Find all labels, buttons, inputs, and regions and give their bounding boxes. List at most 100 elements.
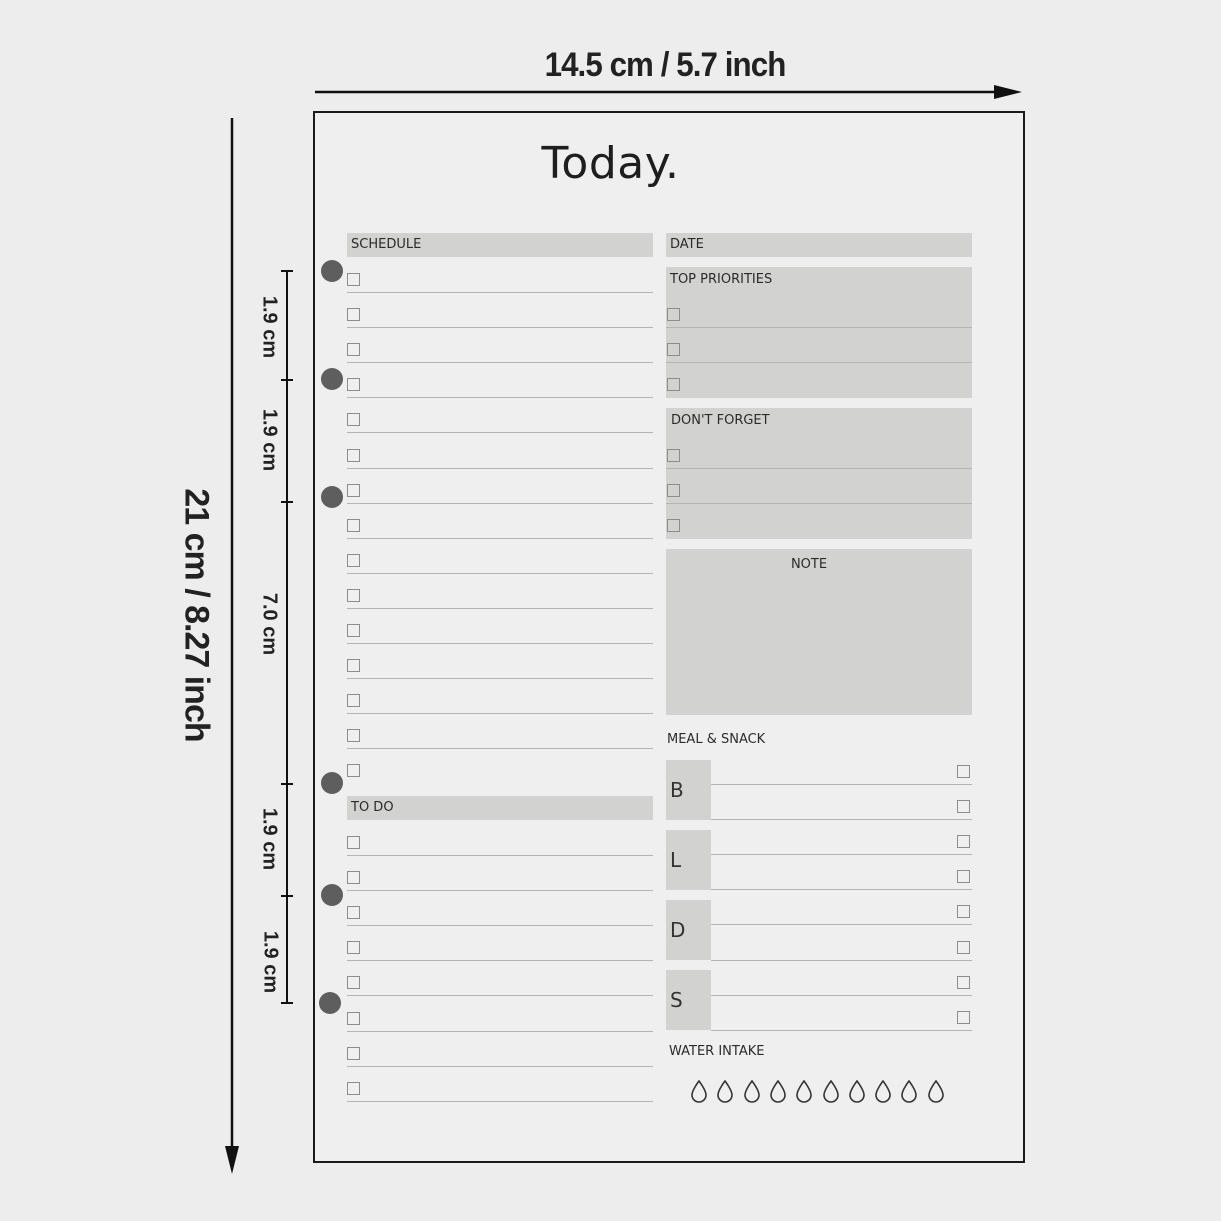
schedule-row-line bbox=[347, 572, 653, 574]
schedule-row-line bbox=[347, 713, 653, 715]
todo-checkbox[interactable] bbox=[347, 941, 360, 955]
priority-row-line bbox=[666, 327, 972, 328]
dont-forget-checkbox[interactable] bbox=[667, 519, 680, 532]
schedule-row-line bbox=[347, 678, 653, 680]
schedule-checkbox[interactable] bbox=[347, 624, 360, 637]
priority-checkbox[interactable] bbox=[667, 308, 680, 321]
meal-snack-label: MEAL & SNACK bbox=[667, 732, 766, 747]
note-label: NOTE bbox=[790, 557, 828, 572]
todo-checkbox[interactable] bbox=[347, 906, 360, 920]
punch-hole bbox=[321, 884, 343, 906]
segment-label: 1.9 cm bbox=[258, 408, 281, 472]
todo-row-line bbox=[347, 1065, 653, 1067]
water-drop-icon[interactable] bbox=[822, 1079, 840, 1103]
meal-checkbox[interactable] bbox=[957, 765, 970, 778]
schedule-checkbox[interactable] bbox=[347, 448, 360, 462]
meal-row-line bbox=[711, 819, 972, 821]
schedule-checkbox[interactable] bbox=[347, 308, 360, 322]
segment-label: 1.9 cm bbox=[258, 807, 281, 871]
todo-header: TO DO bbox=[347, 796, 653, 820]
dont-forget-row-line bbox=[666, 468, 972, 469]
todo-row-line bbox=[347, 960, 653, 962]
meal-checkbox[interactable] bbox=[957, 835, 970, 849]
todo-row-line bbox=[347, 1030, 653, 1032]
water-drop-icon[interactable] bbox=[690, 1079, 708, 1103]
schedule-row-line bbox=[347, 432, 653, 434]
dont-forget-checkbox[interactable] bbox=[667, 449, 680, 462]
schedule-checkbox[interactable] bbox=[347, 588, 360, 602]
meal-letter: S bbox=[670, 988, 683, 1012]
punch-hole bbox=[319, 992, 341, 1014]
schedule-checkbox[interactable] bbox=[347, 518, 360, 532]
meal-row-line bbox=[711, 959, 972, 961]
todo-checkbox[interactable] bbox=[347, 871, 360, 885]
schedule-checkbox[interactable] bbox=[347, 659, 360, 673]
schedule-row-line bbox=[347, 467, 653, 469]
width-label: 14.5 cm / 5.7 inch bbox=[544, 46, 787, 84]
schedule-row-line bbox=[347, 643, 653, 644]
punch-hole bbox=[321, 772, 343, 794]
date-field[interactable]: DATE bbox=[666, 233, 972, 257]
page-title: Today. bbox=[541, 138, 680, 189]
priority-checkbox[interactable] bbox=[667, 378, 680, 391]
schedule-checkbox[interactable] bbox=[347, 273, 360, 286]
todo-checkbox[interactable] bbox=[347, 836, 360, 849]
todo-row-line bbox=[347, 890, 653, 892]
dont-forget-checkbox[interactable] bbox=[667, 484, 680, 497]
schedule-checkbox[interactable] bbox=[347, 729, 360, 743]
meal-row-line bbox=[711, 854, 972, 856]
todo-row-line bbox=[347, 925, 653, 927]
dont-forget-label: DON'T FORGET bbox=[671, 413, 770, 428]
schedule-checkbox[interactable] bbox=[347, 343, 360, 357]
water-drop-icon[interactable] bbox=[900, 1079, 918, 1103]
meal-checkbox[interactable] bbox=[957, 1010, 970, 1024]
priority-row-line bbox=[666, 362, 972, 363]
segment-label: 7.0 cm bbox=[258, 592, 281, 656]
priority-checkbox[interactable] bbox=[667, 343, 680, 356]
water-intake-label: WATER INTAKE bbox=[669, 1044, 765, 1059]
width-arrow-head bbox=[994, 85, 1022, 99]
water-drop-icon[interactable] bbox=[716, 1079, 734, 1103]
water-drop-icon[interactable] bbox=[769, 1079, 787, 1103]
meal-row-line bbox=[711, 994, 972, 996]
dont-forget-row-line bbox=[666, 503, 972, 504]
meal-checkbox[interactable] bbox=[957, 975, 970, 989]
note-area[interactable] bbox=[666, 549, 972, 715]
todo-checkbox[interactable] bbox=[347, 1081, 360, 1095]
todo-checkbox[interactable] bbox=[347, 976, 360, 990]
schedule-row-line bbox=[347, 327, 653, 329]
schedule-header: SCHEDULE bbox=[347, 233, 653, 257]
todo-row-line bbox=[347, 995, 653, 997]
water-drop-icon[interactable] bbox=[848, 1079, 866, 1103]
meal-letter: D bbox=[670, 918, 686, 942]
todo-row-line bbox=[347, 1100, 653, 1102]
water-drop-icon[interactable] bbox=[795, 1079, 813, 1103]
schedule-row-line bbox=[347, 362, 653, 364]
meal-checkbox[interactable] bbox=[957, 905, 970, 919]
schedule-checkbox[interactable] bbox=[347, 553, 360, 567]
water-drop-icon[interactable] bbox=[927, 1079, 945, 1103]
schedule-checkbox[interactable] bbox=[347, 378, 360, 392]
schedule-row-line bbox=[347, 607, 653, 609]
meal-letter: B bbox=[670, 778, 684, 802]
height-label: 21 cm / 8.27 inch bbox=[177, 488, 216, 742]
water-drop-icon[interactable] bbox=[874, 1079, 892, 1103]
schedule-row-line bbox=[347, 292, 653, 293]
schedule-checkbox[interactable] bbox=[347, 483, 360, 497]
top-priorities-label: TOP PRIORITIES bbox=[670, 272, 773, 287]
todo-checkbox[interactable] bbox=[347, 1046, 360, 1060]
todo-checkbox[interactable] bbox=[347, 1011, 360, 1025]
meal-checkbox[interactable] bbox=[957, 800, 970, 814]
schedule-checkbox[interactable] bbox=[347, 413, 360, 427]
schedule-row-line bbox=[347, 748, 653, 750]
segment-label: 1.9 cm bbox=[259, 930, 282, 994]
punch-hole bbox=[321, 260, 343, 282]
water-drop-icon[interactable] bbox=[743, 1079, 761, 1103]
meal-checkbox[interactable] bbox=[957, 940, 970, 954]
meal-row-line bbox=[711, 889, 972, 891]
meal-row-line bbox=[711, 784, 972, 785]
schedule-checkbox[interactable] bbox=[347, 764, 360, 778]
height-arrow-head bbox=[225, 1146, 239, 1174]
schedule-checkbox[interactable] bbox=[347, 694, 360, 708]
meal-checkbox[interactable] bbox=[957, 870, 970, 884]
